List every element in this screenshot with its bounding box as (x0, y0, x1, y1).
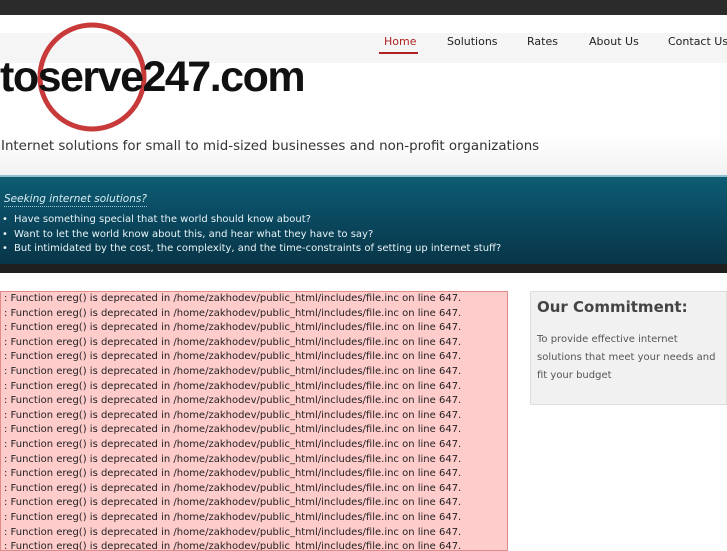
error-line: : Function ereg() is deprecated in /home… (4, 453, 462, 465)
main-nav: Home Solutions Rates About Us Contact Us (370, 18, 727, 60)
error-line: : Function ereg() is deprecated in /home… (4, 351, 462, 363)
banner-list-item: But intimidated by the cost, the complex… (0, 242, 501, 257)
error-line: : Function ereg() is deprecated in /home… (4, 293, 462, 304)
site-logo[interactable]: toserve247.com (0, 18, 330, 136)
error-line: : Function ereg() is deprecated in /home… (4, 336, 462, 348)
nav-about-us[interactable]: About Us (589, 35, 639, 48)
commitment-text: To provide effective internet solutions … (537, 334, 716, 381)
error-line: : Function ereg() is deprecated in /home… (4, 497, 462, 509)
banner-list: Have something special that the world sh… (0, 213, 501, 257)
error-line: : Function ereg() is deprecated in /home… (4, 541, 462, 551)
commitment-title: Our Commitment: (537, 298, 688, 316)
nav-active-indicator (379, 52, 418, 54)
commitment-box: Our Commitment: To provide effective int… (530, 291, 727, 405)
banner-bottom-bar (0, 264, 727, 273)
banner-list-item: Want to let the world know about this, a… (0, 228, 501, 243)
error-messages: : Function ereg() is deprecated in /home… (0, 291, 508, 551)
hero-banner: Seeking internet solutions? Have somethi… (0, 175, 727, 266)
site-tagline: Internet solutions for small to mid-size… (1, 139, 540, 154)
error-line: : Function ereg() is deprecated in /home… (4, 322, 462, 334)
nav-solutions[interactable]: Solutions (447, 35, 498, 48)
nav-contact-us[interactable]: Contact Us (668, 35, 727, 48)
error-line: : Function ereg() is deprecated in /home… (4, 395, 462, 407)
error-line: : Function ereg() is deprecated in /home… (4, 438, 462, 450)
top-bar (0, 0, 727, 15)
nav-home[interactable]: Home (384, 35, 416, 48)
error-line: : Function ereg() is deprecated in /home… (4, 511, 462, 523)
error-line: : Function ereg() is deprecated in /home… (4, 482, 462, 494)
error-line: : Function ereg() is deprecated in /home… (4, 424, 462, 436)
banner-list-item: Have something special that the world sh… (0, 213, 501, 228)
error-line: : Function ereg() is deprecated in /home… (4, 307, 462, 319)
logo-text: toserve247.com (0, 53, 306, 101)
nav-rates[interactable]: Rates (527, 35, 558, 48)
error-line: : Function ereg() is deprecated in /home… (4, 380, 462, 392)
banner-title: Seeking internet solutions? (4, 193, 147, 207)
error-line: : Function ereg() is deprecated in /home… (4, 468, 462, 480)
error-line: : Function ereg() is deprecated in /home… (4, 409, 462, 421)
error-line: : Function ereg() is deprecated in /home… (4, 365, 462, 377)
error-line: : Function ereg() is deprecated in /home… (4, 526, 462, 538)
